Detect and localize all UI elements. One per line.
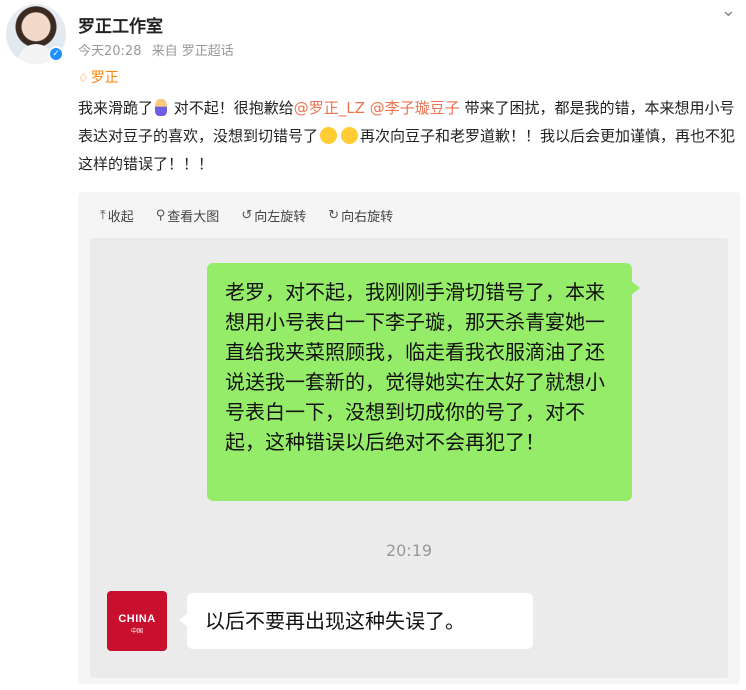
image-toolbar: ⤒ 收起 ⚲ 查看大图 ↺ 向左旋转 ↻ 向右旋转 [100, 206, 393, 225]
arrow-up-icon: ⤒ [100, 208, 106, 223]
chevron-down-icon[interactable]: ⌄ [721, 0, 736, 21]
china-logo-avatar: CHINA 中国 [107, 591, 167, 651]
topic-tag-label: 罗正 [90, 70, 119, 86]
rotate-left-label: 向左旋转 [254, 210, 307, 225]
collapse-label: 收起 [107, 210, 134, 225]
post-text-part: 对不起！很抱歉给 [169, 99, 294, 117]
view-large-label: 查看大图 [167, 210, 220, 225]
image-card: ⤒ 收起 ⚲ 查看大图 ↺ 向左旋转 ↻ 向右旋转 老罗，对不起，我刚刚手滑切错… [78, 192, 740, 684]
rotate-right-label: 向右旋转 [341, 210, 394, 225]
post-time[interactable]: 今天20:28 [78, 44, 141, 59]
logo-subtext: 中国 [130, 628, 143, 635]
rotate-right-icon: ↻ [328, 208, 340, 223]
outgoing-message: 老罗，对不起，我刚刚手滑切错号了，本来想用小号表白一下李子璇，那天杀青宴她一直给… [207, 263, 640, 501]
rotate-right-button[interactable]: ↻ 向右旋转 [328, 206, 393, 225]
chat-timestamp: 20:19 [385, 541, 433, 560]
chat-screenshot[interactable]: 老罗，对不起，我刚刚手滑切错号了，本来想用小号表白一下李子璇，那天杀青宴她一直给… [90, 238, 728, 678]
rotate-left-icon: ↺ [241, 208, 253, 223]
logo-text: CHINA [118, 613, 156, 625]
topic-tag[interactable]: ♢ 罗正 [78, 67, 119, 87]
kneeling-person-emoji-icon [155, 99, 168, 116]
crying-face-emoji-icon [341, 127, 359, 144]
crying-face-emoji-icon [320, 127, 338, 144]
verified-badge-icon: ✓ [48, 46, 64, 62]
rotate-left-button[interactable]: ↺ 向左旋转 [241, 206, 306, 225]
account-name[interactable]: 罗正工作室 [78, 12, 163, 37]
post-meta: 今天20:28 来自 罗正超话 [78, 40, 240, 59]
view-large-button[interactable]: ⚲ 查看大图 [156, 206, 220, 225]
mention-lizixuan[interactable]: @李子璇豆子 [365, 99, 460, 117]
diamond-icon: ♢ [78, 71, 89, 85]
post-source[interactable]: 来自 罗正超话 [152, 44, 234, 59]
incoming-message: 以后不要再出现这种失误了。 [179, 593, 533, 649]
collapse-button[interactable]: ⤒ 收起 [100, 206, 134, 225]
mention-luozheng[interactable]: @罗正_LZ [294, 99, 365, 117]
post-text: 我来滑跪了 对不起！很抱歉给@罗正_LZ @李子璇豆子 带来了困扰，都是我的错，… [78, 94, 740, 178]
magnifier-icon: ⚲ [155, 208, 166, 223]
post-text-part: 我来滑跪了 [78, 99, 154, 117]
